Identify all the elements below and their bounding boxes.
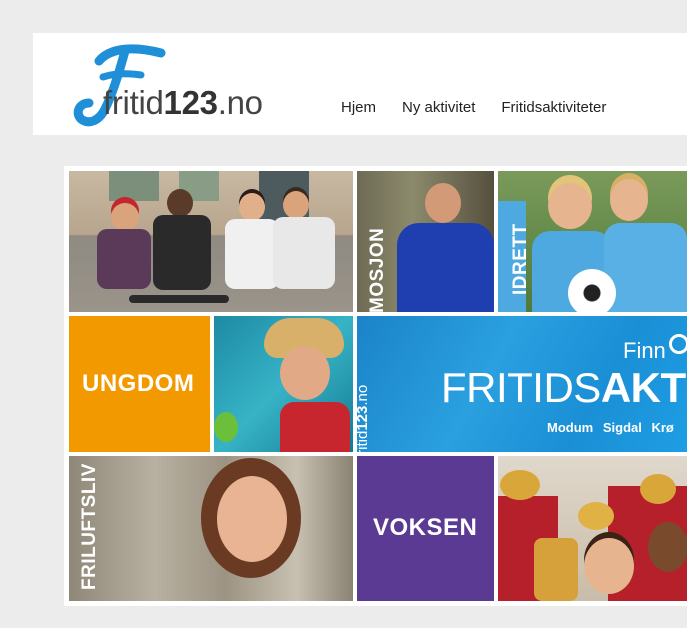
football-icon bbox=[568, 269, 616, 312]
ungdom-label: UNGDOM bbox=[82, 370, 195, 397]
idrett-label: IDRETT bbox=[510, 223, 531, 295]
brass-band-tile[interactable] bbox=[498, 456, 687, 601]
friluftsliv-tile[interactable]: FRILUFTSLIV bbox=[69, 456, 353, 601]
nav-item-ny-aktivitet[interactable]: Ny aktivitet bbox=[402, 99, 475, 116]
voksen-label: VOKSEN bbox=[373, 514, 478, 541]
category-grid: MOSJON IDRETT UNGDOM fritid123.no Finn F… bbox=[64, 166, 687, 606]
skateboard bbox=[129, 295, 229, 303]
teen-red-cap bbox=[111, 203, 139, 231]
swimming-photo-tile[interactable] bbox=[214, 316, 353, 452]
teen-black-shirt bbox=[167, 189, 193, 217]
place-sigdal[interactable]: Sigdal bbox=[603, 420, 642, 435]
banner-places: Modum Sigdal Krø bbox=[547, 420, 674, 435]
nav-item-hjem[interactable]: Hjem bbox=[341, 99, 376, 116]
nav-item-fritidsaktiviteter[interactable]: Fritidsaktiviteter bbox=[501, 99, 606, 116]
teen-black-shirt-body bbox=[153, 215, 211, 290]
friluftsliv-label: FRILUFTSLIV bbox=[79, 463, 100, 590]
trumpet-icon bbox=[578, 502, 614, 530]
musician-face bbox=[648, 522, 687, 572]
toy-icon bbox=[214, 412, 238, 442]
teen-headphones-body bbox=[273, 217, 335, 289]
boy-shirt bbox=[604, 223, 687, 312]
site-logo[interactable]: fritid123.no bbox=[33, 33, 293, 135]
voksen-tile[interactable]: VOKSEN bbox=[357, 456, 494, 601]
swimmer-face bbox=[280, 346, 330, 400]
main-nav: Hjem Ny aktivitet Fritidsaktiviteter bbox=[341, 99, 606, 116]
place-kro[interactable]: Krø bbox=[651, 420, 673, 435]
banner-side-text: fritid123.no bbox=[357, 384, 371, 452]
teen-girl bbox=[239, 193, 265, 221]
tuba bbox=[534, 538, 578, 601]
building-window bbox=[109, 171, 159, 201]
girl-face bbox=[217, 476, 287, 562]
swimsuit bbox=[280, 402, 350, 452]
girl-blonde-head bbox=[548, 183, 592, 229]
trumpet-icon bbox=[640, 474, 676, 504]
banner-title: FRITIDSAKTIV bbox=[441, 364, 687, 411]
magnifier-icon bbox=[669, 334, 687, 354]
musician-face bbox=[584, 538, 634, 594]
teen-headphones bbox=[283, 191, 309, 219]
logo-text: fritid123.no bbox=[103, 84, 263, 121]
idrett-tile[interactable]: IDRETT bbox=[498, 171, 687, 312]
runner-head bbox=[425, 183, 461, 223]
place-modum[interactable]: Modum bbox=[547, 420, 593, 435]
banner-finn: Finn bbox=[623, 338, 666, 363]
runner-jacket bbox=[397, 223, 494, 312]
boy-head bbox=[610, 179, 648, 221]
ungdom-tile[interactable]: UNGDOM bbox=[69, 316, 210, 452]
site-header: fritid123.no Hjem Ny aktivitet Fritidsak… bbox=[33, 33, 687, 135]
teen-girl-body bbox=[225, 219, 279, 289]
teens-photo-tile[interactable] bbox=[69, 171, 353, 312]
fritidsaktiviteter-banner[interactable]: fritid123.no Finn FRITIDSAKTIV Modum Sig… bbox=[357, 316, 687, 452]
teen-red-cap-body bbox=[97, 229, 151, 289]
mosjon-label: MOSJON bbox=[367, 227, 388, 312]
mosjon-tile[interactable]: MOSJON bbox=[357, 171, 494, 312]
trumpet-icon bbox=[500, 470, 540, 500]
